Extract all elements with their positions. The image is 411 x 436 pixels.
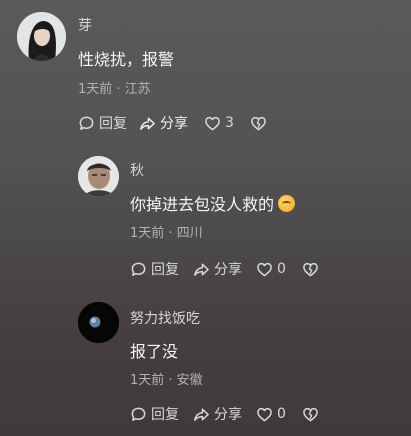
comment-actions: 回复 分享 0 <box>130 404 319 424</box>
like-button[interactable]: 0 <box>256 406 286 423</box>
share-button[interactable]: 分享 <box>193 404 242 424</box>
comment-text: 报了没 <box>130 342 179 361</box>
share-label: 分享 <box>214 407 242 423</box>
heart-icon <box>257 407 272 421</box>
comment-3: 努力找饭吃 报了没 1天前 · 安徽 回复 分享 0 <box>0 0 411 436</box>
like-count: 0 <box>277 406 286 422</box>
avatar-photo-icon <box>78 302 119 343</box>
reply-label: 回复 <box>151 407 179 423</box>
avatar[interactable] <box>78 302 119 343</box>
comment-meta: 1天前 · 安徽 <box>130 373 203 388</box>
share-arrow-icon <box>194 408 209 421</box>
broken-heart-icon <box>303 407 318 421</box>
dislike-button[interactable] <box>302 406 319 423</box>
username[interactable]: 努力找饭吃 <box>130 308 200 328</box>
comment-bubble-icon <box>131 407 146 421</box>
reply-button[interactable]: 回复 <box>130 404 179 424</box>
